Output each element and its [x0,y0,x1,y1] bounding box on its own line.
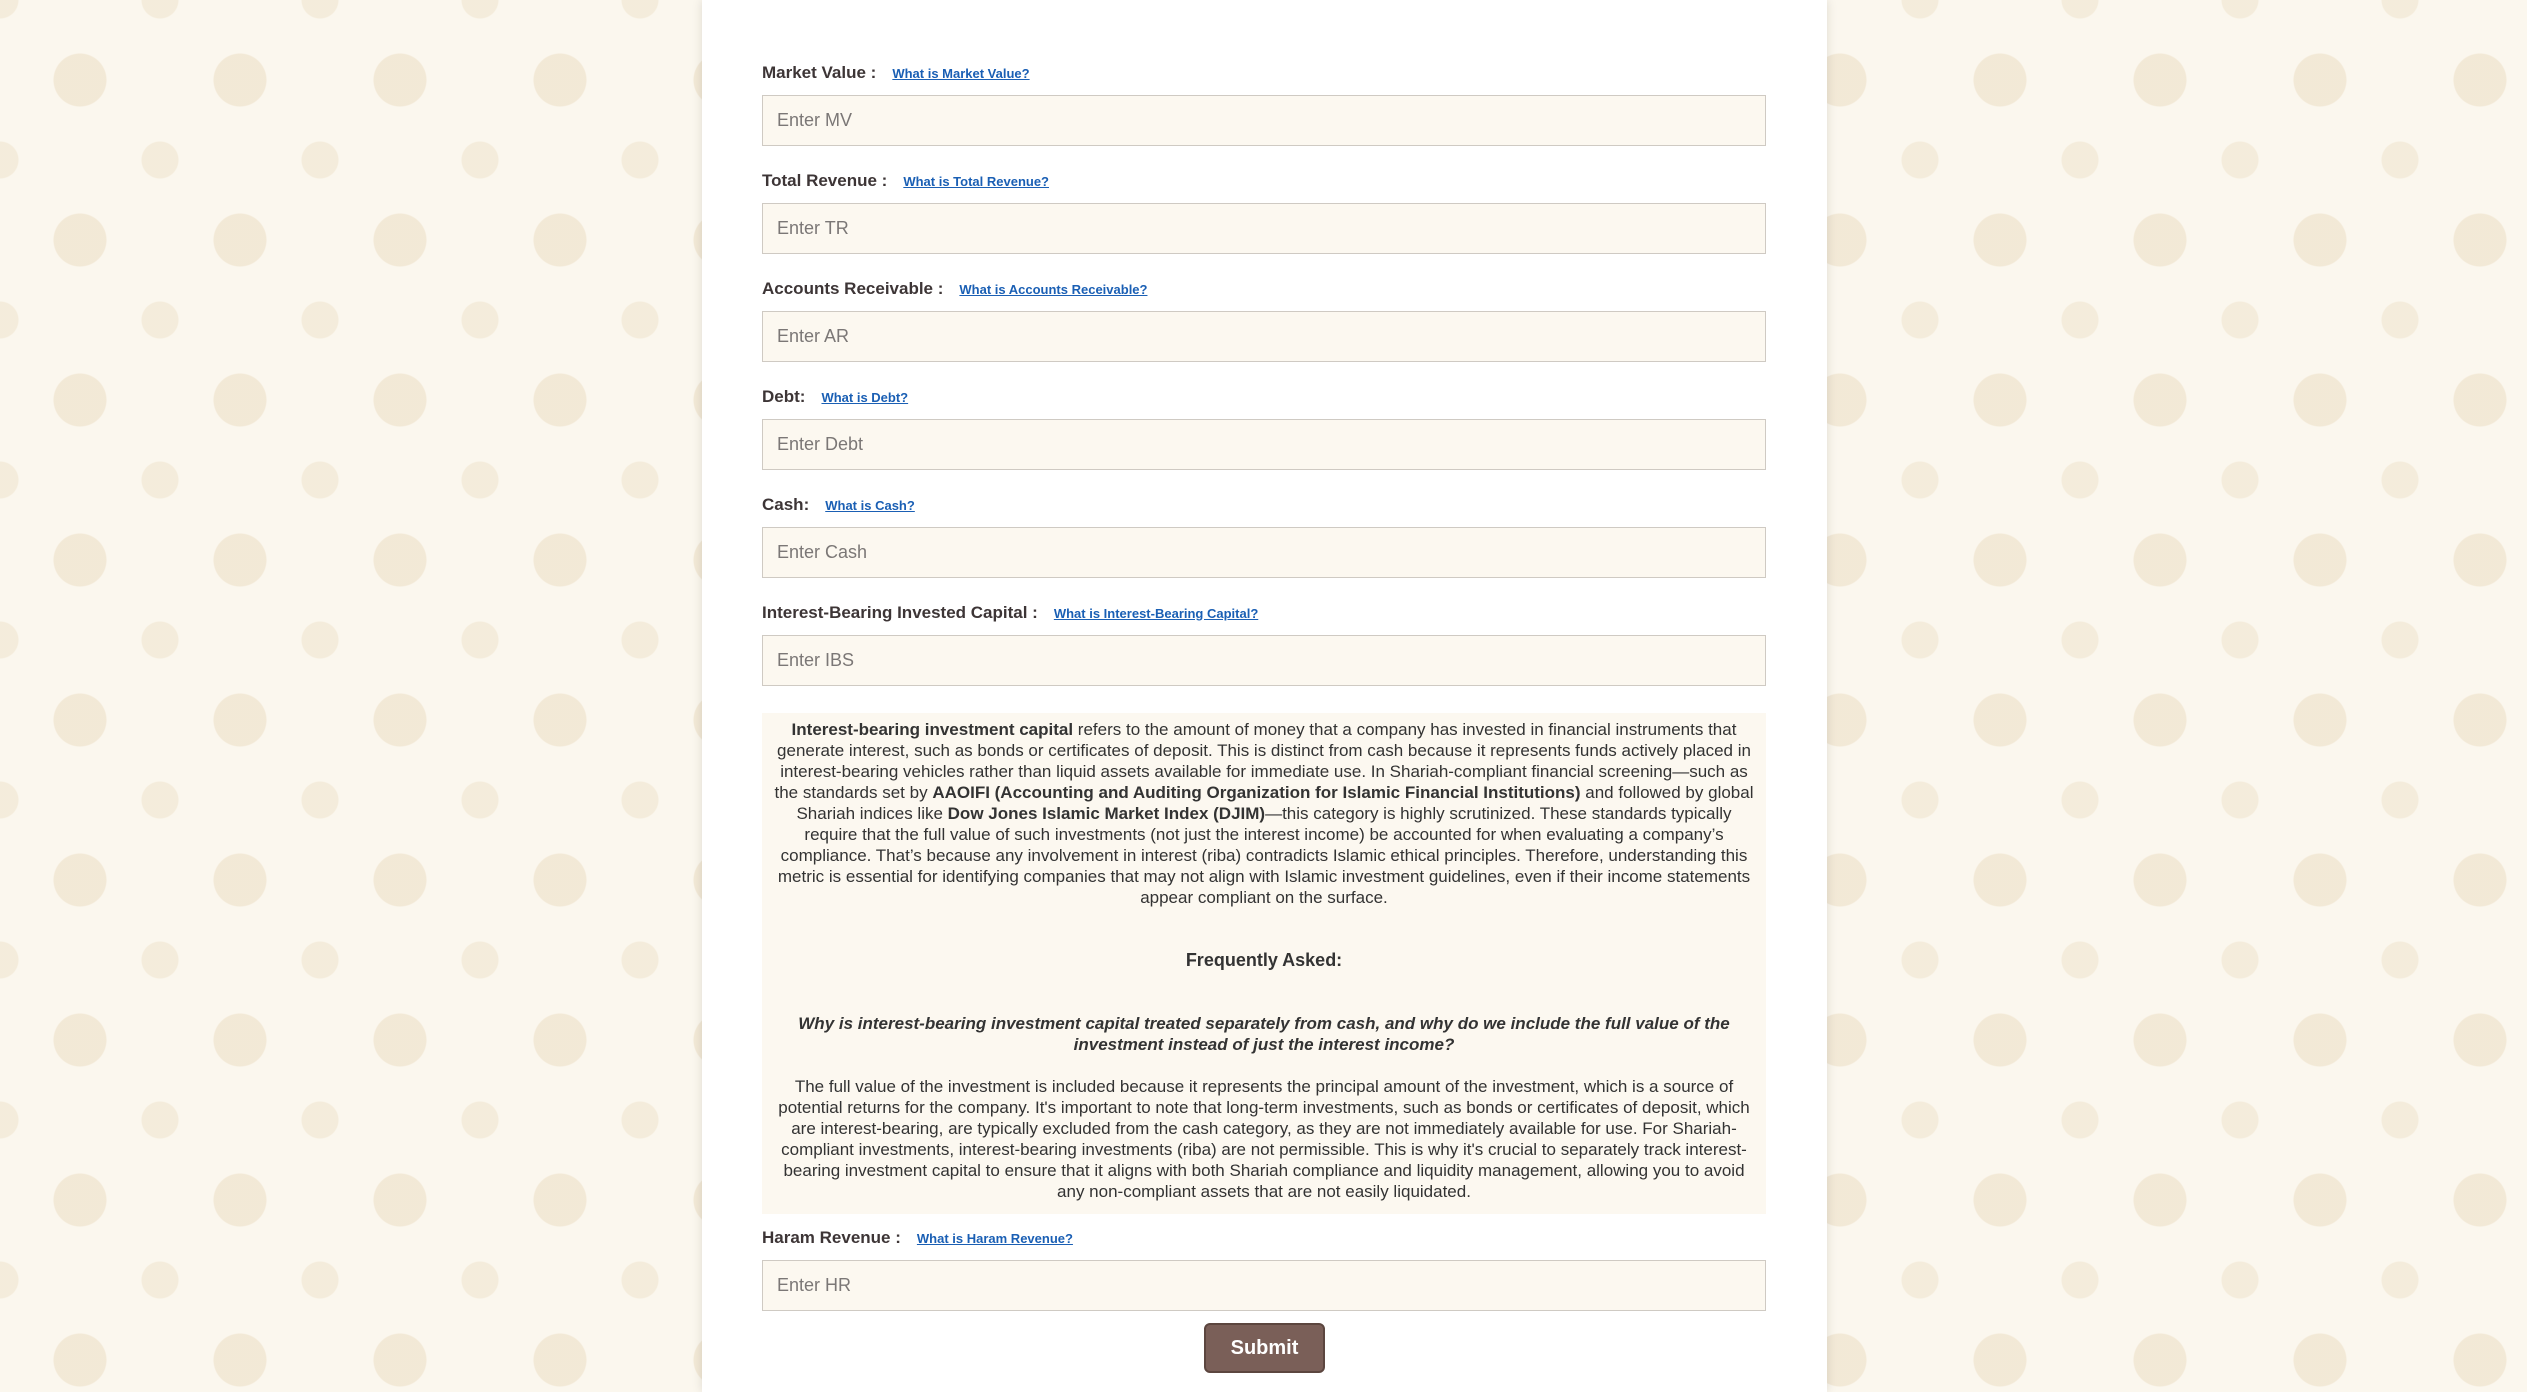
cash-label: Cash: [762,495,810,514]
interest-bearing-capital-input[interactable] [762,635,1766,686]
djim-name: Dow Jones Islamic Market Index (DJIM) [947,804,1266,823]
form-panel: Market Value : What is Market Value? Tot… [702,0,1827,1392]
interest-bearing-capital-label: Interest-Bearing Invested Capital : [762,603,1038,622]
haram-revenue-label: Haram Revenue : [762,1228,901,1247]
what-is-debt-link[interactable]: What is Debt? [821,390,908,405]
haram-revenue-input[interactable] [762,1260,1766,1311]
what-is-total-revenue-link[interactable]: What is Total Revenue? [903,174,1049,189]
what-is-accounts-receivable-link[interactable]: What is Accounts Receivable? [959,282,1147,297]
accounts-receivable-input[interactable] [762,311,1766,362]
what-is-market-value-link[interactable]: What is Market Value? [892,66,1029,81]
what-is-cash-link[interactable]: What is Cash? [825,498,915,513]
interest-bearing-capital-field: Interest-Bearing Invested Capital : What… [762,598,1766,686]
total-revenue-field: Total Revenue : What is Total Revenue? [762,166,1766,254]
faq-question: Why is interest-bearing investment capit… [798,1014,1730,1054]
total-revenue-input[interactable] [762,203,1766,254]
market-value-input[interactable] [762,95,1766,146]
what-is-interest-bearing-capital-link[interactable]: What is Interest-Bearing Capital? [1054,606,1258,621]
cash-input[interactable] [762,527,1766,578]
accounts-receivable-field: Accounts Receivable : What is Accounts R… [762,274,1766,362]
info-paragraph: Interest-bearing investment capital refe… [774,719,1754,908]
market-value-label: Market Value : [762,63,877,82]
accounts-receivable-label: Accounts Receivable : [762,279,944,298]
cash-field: Cash: What is Cash? [762,490,1766,578]
what-is-haram-revenue-link[interactable]: What is Haram Revenue? [917,1231,1073,1246]
debt-field: Debt: What is Debt? [762,382,1766,470]
aaoifi-name: AAOIFI (Accounting and Auditing Organiza… [932,783,1581,802]
debt-label: Debt: [762,387,806,406]
interest-bearing-info-box: Interest-bearing investment capital refe… [762,713,1766,1214]
total-revenue-label: Total Revenue : [762,171,888,190]
debt-input[interactable] [762,419,1766,470]
faq-heading: Frequently Asked: [1185,950,1343,970]
submit-button[interactable]: Submit [1204,1323,1325,1373]
haram-revenue-field: Haram Revenue : What is Haram Revenue? [762,1223,1766,1311]
market-value-field: Market Value : What is Market Value? [762,58,1766,146]
faq-answer: The full value of the investment is incl… [778,1077,1750,1201]
info-term: Interest-bearing investment capital [791,720,1074,739]
